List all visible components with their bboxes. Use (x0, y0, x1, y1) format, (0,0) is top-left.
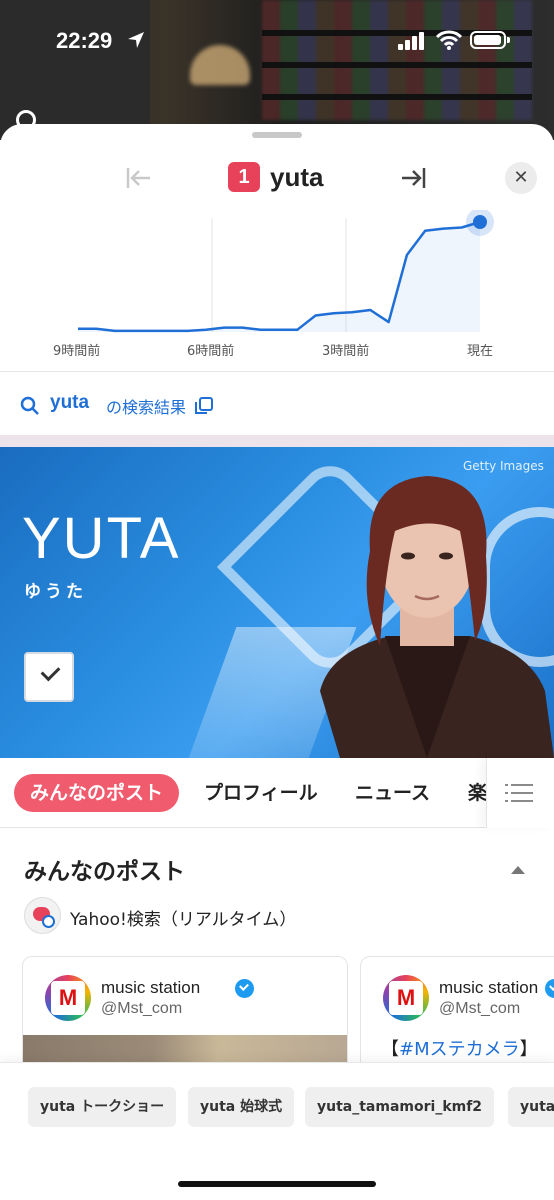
chart-tick-label: 3時間前 (322, 344, 370, 359)
location-arrow-icon (128, 32, 144, 48)
hero-name: YUTA (22, 506, 181, 571)
copy-icon[interactable] (195, 397, 213, 414)
chart-tick-label: 6時間前 (187, 344, 235, 359)
rank-badge: 1 (228, 162, 260, 192)
hashtag-link[interactable]: #Mステカメラ (399, 1039, 520, 1060)
close-button[interactable]: ✕ (505, 162, 537, 194)
tab-menu-button[interactable] (486, 758, 554, 828)
post-author-handle: @Mst_com (101, 1000, 183, 1017)
hero-kana: ゆうた (24, 582, 87, 602)
post-author-handle: @Mst_com (439, 1000, 521, 1017)
trend-sheet: 1 yuta ✕ 9時間前 6時間前 3時間前 現在 yuta の検索結果 YU… (0, 124, 554, 1200)
tab-bar: みんなのポスト プロフィール ニュース 楽 (0, 758, 554, 828)
tab-profile[interactable]: プロフィール (204, 774, 318, 812)
portrait-image (320, 476, 554, 758)
avatar: M (45, 975, 91, 1021)
related-search-chip[interactable]: yuta トークショー (28, 1087, 177, 1127)
verified-badge-icon (545, 979, 554, 998)
image-credit: Getty Images (463, 459, 544, 473)
tab-news[interactable]: ニュース (355, 774, 430, 812)
related-search-chip[interactable]: yuta 始球式 (188, 1087, 295, 1127)
source-label: Yahoo!検索（リアルタイム） (70, 910, 297, 930)
search-query: yuta (50, 392, 90, 413)
wifi-icon (436, 30, 462, 50)
related-search-chip[interactable]: yuta (508, 1087, 554, 1127)
chart-current-point (473, 215, 487, 229)
trend-word: yuta (270, 162, 324, 192)
tab-music[interactable]: 楽 (468, 774, 487, 812)
tab-posts[interactable]: みんなのポスト (14, 774, 180, 812)
previous-first-icon[interactable] (124, 164, 152, 192)
search-icon (20, 396, 39, 415)
related-search-chip[interactable]: yuta_tamamori_kmf2 (305, 1087, 495, 1127)
collapse-icon[interactable] (511, 866, 525, 874)
cellular-signal-icon (398, 32, 424, 50)
hero-banner: YUTA ゆうた Getty Images (0, 447, 554, 758)
next-last-icon[interactable] (400, 164, 428, 192)
status-time: 22:29 (56, 28, 113, 53)
post-text: 【#Mステカメラ】 (381, 1039, 538, 1060)
search-results-label: の検索結果 (106, 398, 187, 417)
trend-header: 1 yuta ✕ (0, 160, 554, 196)
sheet-grabber[interactable] (252, 132, 302, 138)
close-icon: ✕ (513, 167, 529, 188)
search-results-link[interactable]: yuta の検索結果 (0, 371, 554, 435)
section-title: みんなのポスト (24, 859, 185, 885)
status-bar: 22:29 (0, 0, 554, 82)
post-author-name: music station (439, 978, 539, 997)
post-author-name: music station (101, 978, 201, 997)
home-indicator[interactable] (178, 1181, 376, 1187)
yahoo-realtime-logo (24, 897, 61, 934)
chart-tick-label: 現在 (467, 344, 494, 359)
avatar: M (383, 975, 429, 1021)
chart-tick-label: 9時間前 (53, 344, 101, 359)
verified-badge-icon (235, 979, 254, 998)
battery-icon (470, 31, 510, 49)
hero-top-strip (0, 435, 554, 447)
follow-checkbox[interactable] (24, 652, 74, 702)
related-searches-bar: yuta トークショー yuta 始球式 yuta_tamamori_kmf2 … (0, 1062, 554, 1200)
